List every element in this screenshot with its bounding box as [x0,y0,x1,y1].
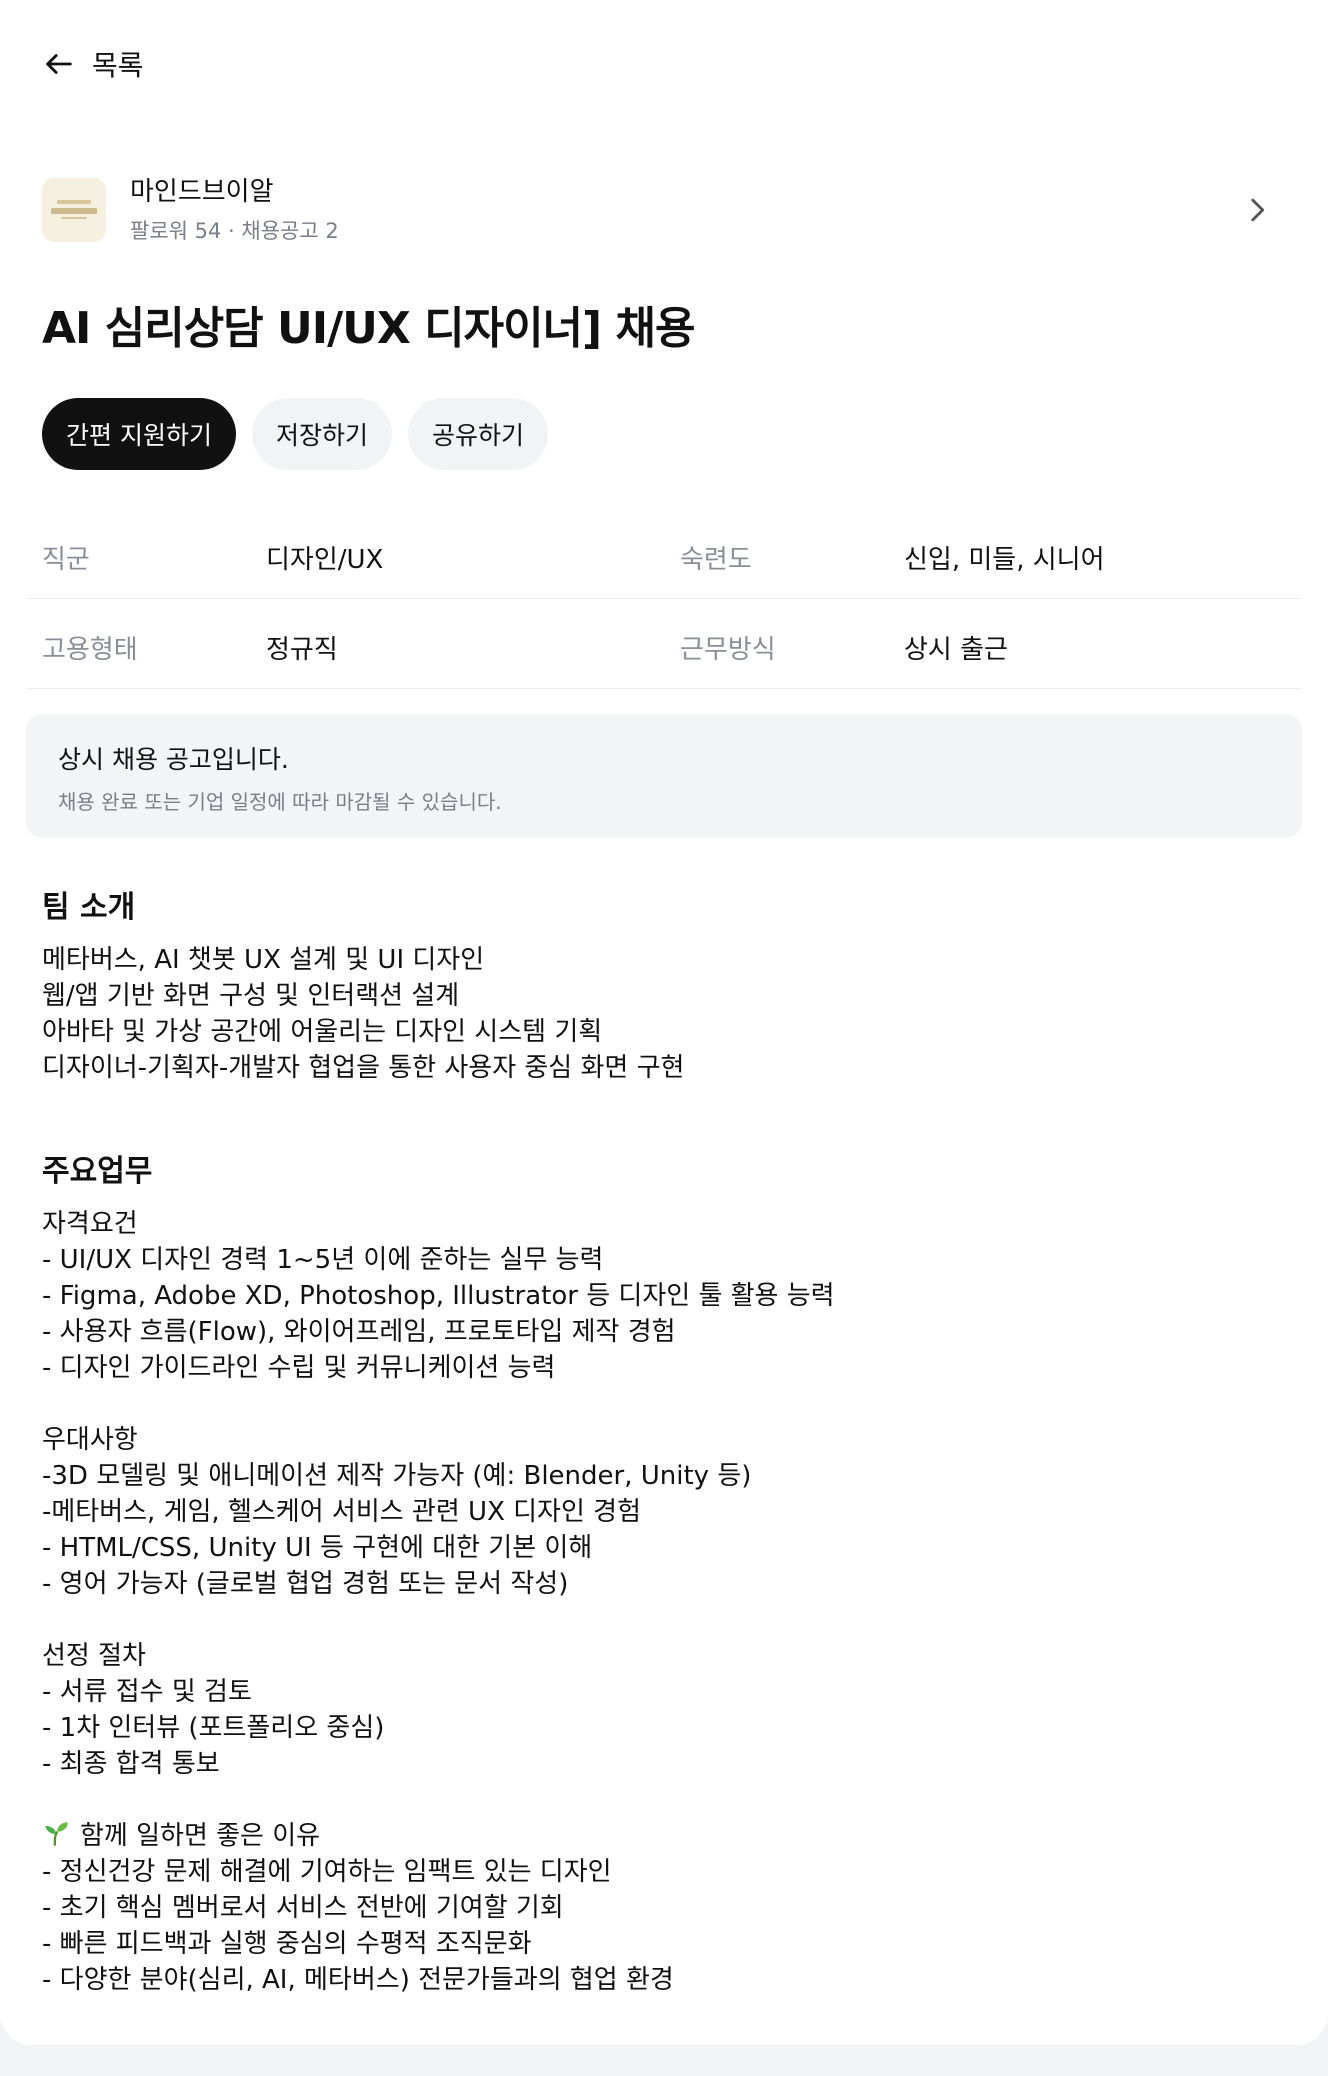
arrow-left-icon [46,54,72,74]
share-button[interactable]: 공유하기 [407,398,548,470]
why-item: - 빠른 피드백과 실행 중심의 수평적 조직문화 [42,1929,532,1959]
notice-title: 상시 채용 공고입니다. [58,745,289,774]
process-heading: 선정 절차 [42,1641,146,1671]
detail-row-2: 고용형태 정규직 근무방식 상시 출근 [26,599,1302,689]
back-label: 목록 [92,49,144,82]
qualifications-heading: 자격요건 [42,1209,138,1239]
team-line: 아바타 및 가상 공간에 어울리는 디자인 시스템 기획 [42,1017,603,1047]
employment-type-label: 고용형태 [42,635,138,665]
experience-level-label: 숙련도 [680,545,752,575]
job-title: AI 심리상담 UI/UX 디자이너] 채용 [42,303,695,354]
team-line: 웹/앱 기반 화면 구성 및 인터랙션 설계 [42,981,460,1011]
preferred-item: - 영어 가능자 (글로벌 협업 경험 또는 문서 작성) [42,1569,569,1599]
company-meta: 팔로워 54 · 채용공고 2 [130,219,339,243]
team-line: 메타버스, AI 챗봇 UX 설계 및 UI 디자인 [42,945,485,975]
company-name: 마인드브이알 [130,177,274,207]
company-header[interactable]: 마인드브이알 팔로워 54 · 채용공고 2 [42,175,1292,245]
sprout-icon [45,1822,68,1846]
preferred-item: - HTML/CSS, Unity UI 등 구현에 대한 기본 이해 [42,1533,593,1563]
why-heading-line: 함께 일하면 좋은 이유 [42,1818,835,1854]
preferred-item: -3D 모델링 및 애니메이션 제작 가능자 (예: Blender, Unit… [42,1461,752,1491]
team-line: 디자이너-기획자-개발자 협업을 통한 사용자 중심 화면 구현 [42,1053,685,1083]
notice-box: 상시 채용 공고입니다. 채용 완료 또는 기업 일정에 따라 마감될 수 있습… [26,714,1302,838]
why-item: - 다양한 분야(심리, AI, 메타버스) 전문가들과의 협업 환경 [42,1965,674,1995]
back-to-list-button[interactable]: 목록 [42,44,144,84]
job-category-label: 직군 [42,545,90,575]
job-category-value: 디자인/UX [266,545,384,575]
quick-apply-button[interactable]: 간편 지원하기 [42,398,236,470]
process-item: - 최종 합격 통보 [42,1749,220,1779]
main-duties-body: 자격요건 - UI/UX 디자인 경력 1~5년 이에 준하는 실무 능력 - … [42,1206,835,1998]
qualification-item: - 사용자 흐름(Flow), 와이어프레임, 프로토타입 제작 경험 [42,1317,676,1347]
process-item: - 서류 접수 및 검토 [42,1677,252,1707]
work-mode-value: 상시 출근 [904,635,1008,665]
preferred-heading: 우대사항 [42,1425,138,1455]
main-duties-heading: 주요업무 [42,1154,153,1189]
qualification-item: - UI/UX 디자인 경력 1~5년 이에 준하는 실무 능력 [42,1245,604,1275]
company-logo [42,178,106,242]
employment-type-value: 정규직 [266,635,338,665]
job-detail-card: 목록 마인드브이알 팔로워 54 · 채용공고 2 AI 심리상담 UI/UX … [0,0,1328,2045]
why-heading: 함께 일하면 좋은 이유 [80,1821,321,1851]
team-intro-heading: 팀 소개 [42,890,136,925]
why-item: - 초기 핵심 멤버로서 서비스 전반에 기여할 기회 [42,1893,564,1923]
experience-level-value: 신입, 미들, 시니어 [904,545,1105,575]
detail-row-1: 직군 디자인/UX 숙련도 신입, 미들, 시니어 [26,509,1302,599]
process-item: - 1차 인터뷰 (포트폴리오 중심) [42,1713,385,1743]
team-intro-body: 메타버스, AI 챗봇 UX 설계 및 UI 디자인 웹/앱 기반 화면 구성 … [42,942,684,1086]
why-item: - 정신건강 문제 해결에 기여하는 임팩트 있는 디자인 [42,1857,612,1887]
preferred-item: -메타버스, 게임, 헬스케어 서비스 관련 UX 디자인 경험 [42,1497,642,1527]
work-mode-label: 근무방식 [680,635,776,665]
chevron-right-icon[interactable] [1240,193,1274,227]
qualification-item: - 디자인 가이드라인 수립 및 커뮤니케이션 능력 [42,1353,556,1383]
save-button[interactable]: 저장하기 [251,398,392,470]
qualification-item: - Figma, Adobe XD, Photoshop, Illustrato… [42,1281,835,1311]
action-buttons: 간편 지원하기 저장하기 공유하기 [42,398,548,470]
notice-subtitle: 채용 완료 또는 기업 일정에 따라 마감될 수 있습니다. [58,790,502,814]
